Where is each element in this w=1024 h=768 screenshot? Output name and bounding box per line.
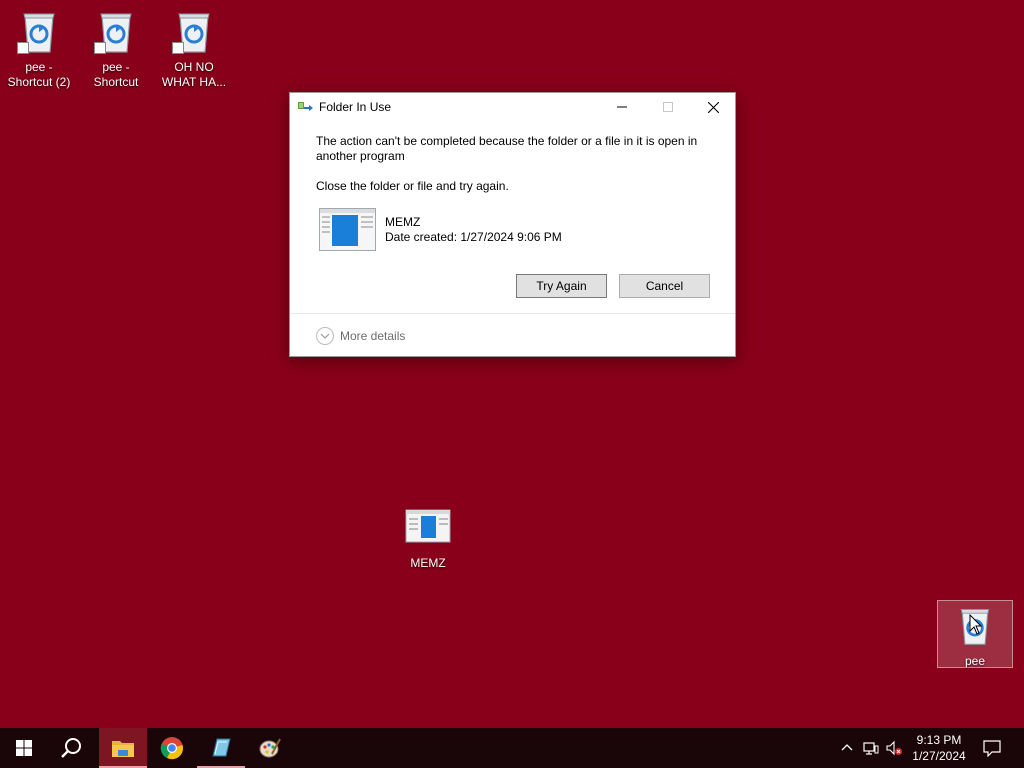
desktop-icon-label: OH NO WHAT HA... xyxy=(161,60,227,89)
dialog-message: The action can't be completed because th… xyxy=(316,134,698,163)
memz-file-icon xyxy=(319,208,376,251)
desktop-icon-pee-shortcut[interactable]: pee - Shortcut xyxy=(78,8,154,90)
paint-icon xyxy=(259,738,281,758)
more-details-toggle[interactable] xyxy=(316,327,334,345)
start-button[interactable] xyxy=(0,728,48,768)
search-button[interactable] xyxy=(48,728,96,768)
action-center-button[interactable] xyxy=(974,728,1010,768)
folder-in-use-dialog: Folder In Use The action can't be comple… xyxy=(289,92,736,357)
desktop-icon-oh-no[interactable]: OH NO WHAT HA... xyxy=(156,8,232,90)
clock-date: 1/27/2024 xyxy=(912,749,966,763)
cancel-button[interactable]: Cancel xyxy=(619,274,710,298)
notification-icon xyxy=(983,740,1001,757)
folder-move-icon xyxy=(298,102,313,111)
clock-time: 9:13 PM xyxy=(916,733,962,747)
file-date-created: Date created: 1/27/2024 9:06 PM xyxy=(385,230,562,244)
try-again-button[interactable]: Try Again xyxy=(516,274,607,298)
dialog-title: Folder In Use xyxy=(319,100,392,114)
volume-muted-icon[interactable] xyxy=(886,740,902,756)
recycle-bin-icon xyxy=(92,8,140,56)
mouse-cursor-icon xyxy=(969,614,983,635)
desktop-icon-label: MEMZ xyxy=(410,556,446,570)
shortcut-arrow-icon xyxy=(172,42,184,54)
maximize-icon xyxy=(663,102,673,112)
file-name: MEMZ xyxy=(385,215,421,229)
taskbar-file-explorer[interactable] xyxy=(99,728,147,768)
dialog-instruction: Close the folder or file and try again. xyxy=(316,179,509,193)
recycle-bin-icon xyxy=(15,8,63,56)
close-button[interactable] xyxy=(690,93,736,121)
more-details-bar: More details xyxy=(290,313,735,356)
taskbar-chrome[interactable] xyxy=(148,728,196,768)
memz-file-icon xyxy=(404,508,452,544)
taskbar: 9:13 PM 1/27/2024 xyxy=(0,728,1024,768)
desktop-icon-memz[interactable]: MEMZ xyxy=(390,508,466,571)
maximize-button xyxy=(645,93,691,121)
windows-logo-icon xyxy=(16,740,32,756)
shortcut-arrow-icon xyxy=(94,42,106,54)
chevron-down-icon xyxy=(320,333,330,339)
minimize-icon xyxy=(617,106,627,108)
desktop-icon-pee-shortcut-2[interactable]: pee - Shortcut (2) xyxy=(1,8,77,90)
desktop-icon-label: pee xyxy=(964,654,986,668)
file-info: MEMZ Date created: 1/27/2024 9:06 PM xyxy=(316,208,709,252)
taskbar-notepad[interactable] xyxy=(197,728,245,768)
more-details-label[interactable]: More details xyxy=(340,329,405,343)
recycle-bin-icon xyxy=(170,8,218,56)
desktop-icon-label: pee - Shortcut (2) xyxy=(7,60,71,89)
search-icon xyxy=(61,738,81,758)
taskbar-paint[interactable] xyxy=(246,728,294,768)
taskbar-clock[interactable]: 9:13 PM 1/27/2024 xyxy=(905,732,973,764)
close-icon xyxy=(707,101,719,113)
shortcut-arrow-icon xyxy=(17,42,29,54)
file-explorer-icon xyxy=(112,741,134,757)
notepad-icon xyxy=(212,738,231,757)
desktop-icon-label: pee - Shortcut xyxy=(93,60,139,89)
show-hidden-icons-chevron-icon[interactable] xyxy=(839,740,855,756)
chrome-icon xyxy=(160,737,183,760)
minimize-button[interactable] xyxy=(599,93,645,121)
dialog-titlebar[interactable]: Folder In Use xyxy=(290,93,735,121)
network-icon[interactable] xyxy=(863,740,879,756)
